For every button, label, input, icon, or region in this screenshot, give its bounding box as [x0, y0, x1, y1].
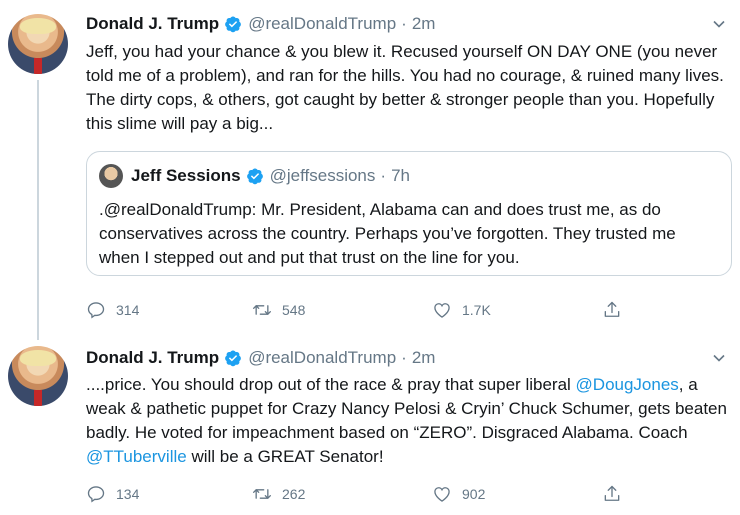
tweet-text-part: will be a GREAT Senator! [186, 447, 384, 466]
reply-button[interactable]: 134 [86, 482, 139, 506]
chevron-down-icon[interactable] [712, 17, 726, 31]
tweet-text: Jeff, you had your chance & you blew it.… [86, 42, 724, 133]
reply-button[interactable]: 314 [86, 298, 139, 322]
like-button[interactable]: 902 [432, 482, 485, 506]
share-button[interactable] [602, 482, 622, 506]
retweet-button[interactable]: 262 [252, 482, 305, 506]
tweet[interactable]: Donald J. Trump @realDonaldTrump · 2m Je… [0, 0, 740, 340]
quoted-avatar [99, 164, 123, 188]
quoted-tweet-header: Jeff Sessions @jeffsessions · 7h [99, 164, 410, 188]
author-handle[interactable]: @realDonaldTrump [248, 348, 396, 368]
retweet-icon [253, 489, 271, 499]
reply-count: 314 [116, 302, 140, 318]
thread-line [37, 80, 39, 340]
author-name[interactable]: Donald J. Trump [86, 348, 219, 368]
tweet-text: ....price. You should drop out of the ra… [86, 373, 736, 469]
tweet-actions: 134 262 902 [86, 482, 646, 506]
retweet-count: 262 [282, 486, 306, 502]
quoted-tweet[interactable]: Jeff Sessions @jeffsessions · 7h .@realD… [86, 151, 732, 276]
tweet-header: Donald J. Trump @realDonaldTrump · 2m [86, 345, 435, 371]
verified-badge-icon [225, 350, 242, 367]
like-button[interactable]: 1.7K [432, 298, 491, 322]
verified-badge-icon [225, 16, 242, 33]
retweet-button[interactable]: 548 [252, 298, 305, 322]
timestamp[interactable]: 2m [412, 348, 436, 368]
timestamp[interactable]: 2m [412, 14, 436, 34]
reply-icon [87, 302, 105, 319]
share-icon [604, 301, 620, 317]
reply-icon [87, 486, 105, 503]
tweet-text-part: ....price. You should drop out of the ra… [86, 375, 576, 394]
quoted-timestamp: 7h [391, 166, 410, 185]
avatar[interactable] [8, 14, 68, 74]
retweet-icon [253, 305, 271, 315]
verified-badge-icon [246, 168, 263, 185]
tweet[interactable]: Donald J. Trump @realDonaldTrump · 2m ..… [0, 340, 740, 515]
tweet-actions: 314 548 1.7K [86, 298, 646, 322]
separator-dot: · [401, 14, 407, 33]
chevron-down-icon[interactable] [712, 351, 726, 365]
share-button[interactable] [602, 298, 622, 322]
retweet-count: 548 [282, 302, 306, 318]
like-count: 1.7K [462, 302, 491, 318]
like-icon [434, 303, 450, 318]
tweet-header: Donald J. Trump @realDonaldTrump · 2m [86, 11, 435, 37]
quoted-author-name: Jeff Sessions [131, 166, 241, 185]
share-icon [604, 485, 620, 501]
quoted-tweet-text: .@realDonaldTrump: Mr. President, Alabam… [99, 200, 676, 267]
avatar[interactable] [8, 346, 68, 406]
separator-dot: · [380, 166, 387, 185]
like-count: 902 [462, 486, 486, 502]
reply-count: 134 [116, 486, 140, 502]
author-handle[interactable]: @realDonaldTrump [248, 14, 396, 34]
author-name[interactable]: Donald J. Trump [86, 14, 219, 34]
mention-link[interactable]: @DougJones [576, 375, 679, 394]
quoted-author-handle: @jeffsessions [269, 166, 376, 185]
separator-dot: · [401, 348, 407, 367]
like-icon [434, 487, 450, 502]
mention-link[interactable]: @TTuberville [86, 447, 187, 466]
